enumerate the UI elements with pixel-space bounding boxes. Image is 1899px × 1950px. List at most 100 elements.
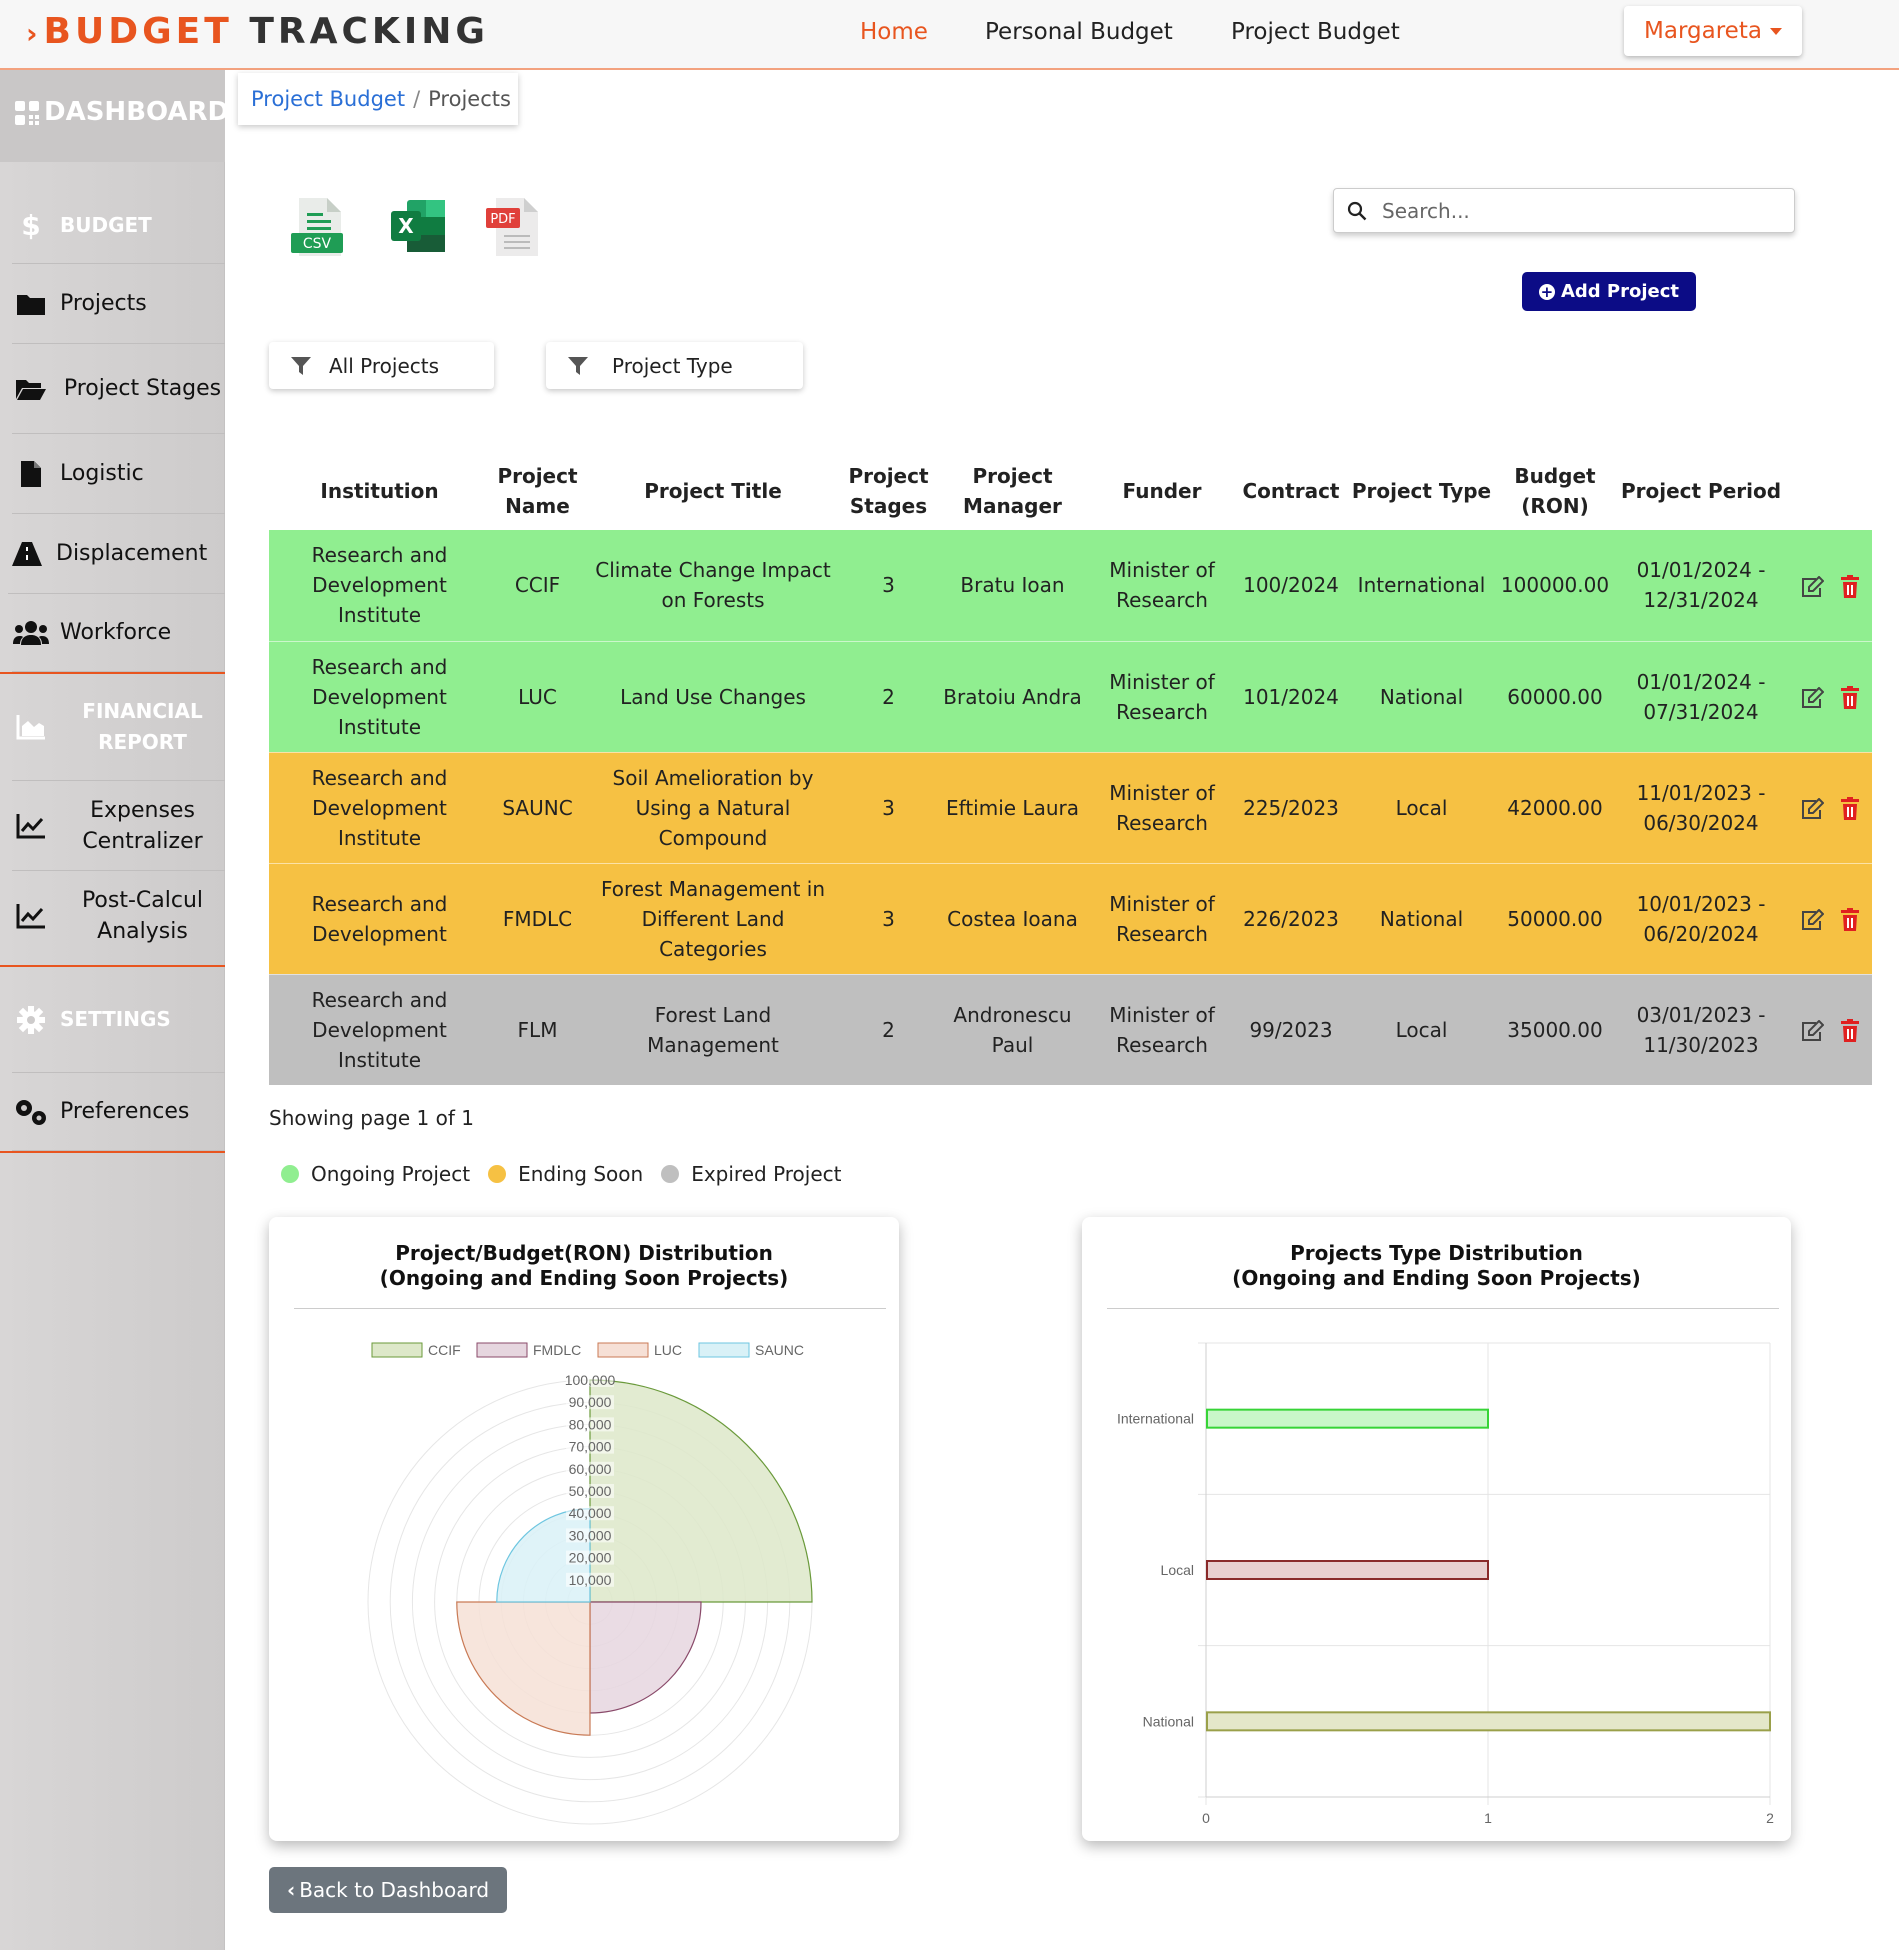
folder-open-icon	[12, 377, 50, 401]
sidebar-item-project-stages[interactable]: Project Stages	[12, 344, 225, 434]
sidebar-item-post-calcul[interactable]: Post-Calcul Analysis	[12, 871, 225, 961]
export-pdf-button[interactable]: PDF	[482, 195, 546, 259]
sidebar-item-workforce[interactable]: Workforce	[12, 594, 225, 672]
trash-icon[interactable]	[1840, 797, 1860, 821]
legend-swatch	[476, 1342, 528, 1358]
file-icon	[12, 460, 50, 488]
search-box[interactable]	[1333, 188, 1795, 233]
sidebar-settings-heading: SETTINGS	[12, 967, 225, 1073]
pdf-label: PDF	[490, 212, 515, 227]
sidebar-item-expenses-centralizer[interactable]: Expenses Centralizer	[12, 781, 225, 871]
user-menu-button[interactable]: Margareta	[1624, 6, 1802, 56]
projects-table: Institution Project Name Project Title P…	[269, 452, 1872, 1086]
y-tick-label: Local	[1161, 1562, 1194, 1578]
polar-segment[interactable]	[456, 1601, 591, 1736]
legend-expired-label: Expired Project	[691, 1162, 842, 1186]
line-chart-icon	[12, 813, 50, 839]
cell-project-stages: 3	[841, 530, 936, 642]
cell-project-period: 01/01/2024 - 12/31/2024	[1614, 530, 1788, 642]
radial-tick-label: 50,000	[569, 1483, 612, 1499]
edit-icon[interactable]	[1800, 687, 1824, 709]
column-header[interactable]: Institution	[269, 452, 490, 530]
csv-label: CSV	[303, 236, 332, 252]
cell-funder: Minister of Research	[1089, 752, 1235, 864]
nav-home-link[interactable]: Home	[860, 12, 928, 52]
column-header[interactable]: Project Period	[1614, 452, 1788, 530]
column-header[interactable]: Budget (RON)	[1496, 452, 1614, 530]
cell-project-type: National	[1347, 863, 1496, 975]
breadcrumb-project-budget-link[interactable]: Project Budget	[251, 87, 405, 111]
cell-budget: 35000.00	[1496, 974, 1614, 1086]
legend-ongoing-label: Ongoing Project	[311, 1162, 471, 1186]
nav-project-budget-link[interactable]: Project Budget	[1231, 12, 1400, 52]
legend-ongoing: Ongoing Project	[281, 1162, 470, 1186]
column-header[interactable]: Project Title	[585, 452, 841, 530]
edit-icon[interactable]	[1800, 1020, 1824, 1042]
sidebar-item-displacement[interactable]: Displacement	[8, 514, 225, 594]
sidebar-workforce-label: Workforce	[60, 620, 172, 645]
cell-funder: Minister of Research	[1089, 863, 1235, 975]
cell-institution: Research and Development Institute	[269, 974, 490, 1086]
cell-project-type: Local	[1347, 752, 1496, 864]
budget-polar-chart: CCIF FMDLC LUC SAUNC 10,000 20,000 30,000 40,00…	[367, 1342, 813, 1825]
cell-project-manager: Andronescu Paul	[936, 974, 1089, 1086]
radial-tick-label: 60,000	[569, 1461, 612, 1477]
filter-icon	[291, 356, 311, 375]
legend-swatch	[597, 1342, 649, 1358]
trash-icon[interactable]	[1840, 908, 1860, 932]
road-icon	[8, 541, 46, 567]
edit-icon[interactable]	[1800, 909, 1824, 931]
sidebar-settings-label: SETTINGS	[60, 1007, 171, 1031]
sidebar-displacement-label: Displacement	[56, 541, 208, 566]
dashboard-grid-icon	[15, 100, 39, 125]
cell-budget: 100000.00	[1496, 530, 1614, 642]
cell-project-manager: Eftimie Laura	[936, 752, 1089, 864]
export-excel-button[interactable]: X	[387, 195, 451, 259]
legend-label: SAUNC	[755, 1342, 804, 1358]
filter-project-type[interactable]: Project Type	[546, 342, 803, 389]
sidebar-dashboard[interactable]: DASHBOARD	[0, 70, 229, 162]
back-to-dashboard-button[interactable]: ‹ Back to Dashboard	[269, 1867, 507, 1913]
edit-icon[interactable]	[1800, 798, 1824, 820]
add-project-button[interactable]: + Add Project	[1522, 272, 1696, 311]
cell-project-manager: Costea Ioana	[936, 863, 1089, 975]
nav-personal-budget-link[interactable]: Personal Budget	[985, 12, 1173, 52]
cell-project-stages: 2	[841, 641, 936, 753]
bar[interactable]	[1206, 1560, 1489, 1580]
edit-icon[interactable]	[1800, 575, 1824, 598]
cell-project-name: FLM	[490, 974, 585, 1086]
column-header[interactable]: Project Manager	[936, 452, 1089, 530]
search-input[interactable]	[1380, 197, 1760, 224]
sidebar-item-preferences[interactable]: Preferences	[12, 1073, 225, 1151]
filter-icon	[568, 356, 588, 375]
cell-funder: Minister of Research	[1089, 530, 1235, 642]
filter-all-projects[interactable]: All Projects	[269, 342, 494, 389]
sidebar-item-logistic[interactable]: Logistic	[12, 434, 225, 514]
cell-actions	[1788, 752, 1872, 864]
trash-icon[interactable]	[1840, 574, 1860, 599]
column-header[interactable]: Project Type	[1347, 452, 1496, 530]
pagination-status: Showing page 1 of 1	[269, 1106, 474, 1130]
brand-logo[interactable]: ›BUDGET TRACKING	[26, 8, 489, 56]
brand-word-tracking: TRACKING	[249, 11, 489, 52]
bar[interactable]	[1206, 1408, 1489, 1429]
trash-icon[interactable]	[1840, 686, 1860, 710]
column-header[interactable]: Project Stages	[841, 452, 936, 530]
pdf-file-icon: PDF	[486, 198, 538, 256]
polar-segment[interactable]	[589, 1379, 813, 1603]
caret-down-icon	[1769, 28, 1782, 35]
cell-budget: 60000.00	[1496, 641, 1614, 753]
export-csv-button[interactable]: CSV	[287, 195, 351, 259]
radial-tick-label: 20,000	[569, 1550, 612, 1566]
column-header[interactable]: Funder	[1089, 452, 1235, 530]
y-tick-label: National	[1143, 1713, 1194, 1729]
column-header[interactable]: Contract	[1235, 452, 1347, 530]
trash-icon[interactable]	[1840, 1019, 1860, 1043]
budget-distribution-card: Project/Budget(RON) Distribution (Ongoin…	[269, 1217, 899, 1841]
bar[interactable]	[1206, 1711, 1771, 1732]
column-header[interactable]: Project Name	[490, 452, 585, 530]
green-dot-icon	[281, 1165, 299, 1183]
excel-file-icon: X	[391, 200, 445, 252]
cell-project-title: Land Use Changes	[585, 641, 841, 753]
sidebar-item-projects[interactable]: Projects	[12, 264, 225, 344]
